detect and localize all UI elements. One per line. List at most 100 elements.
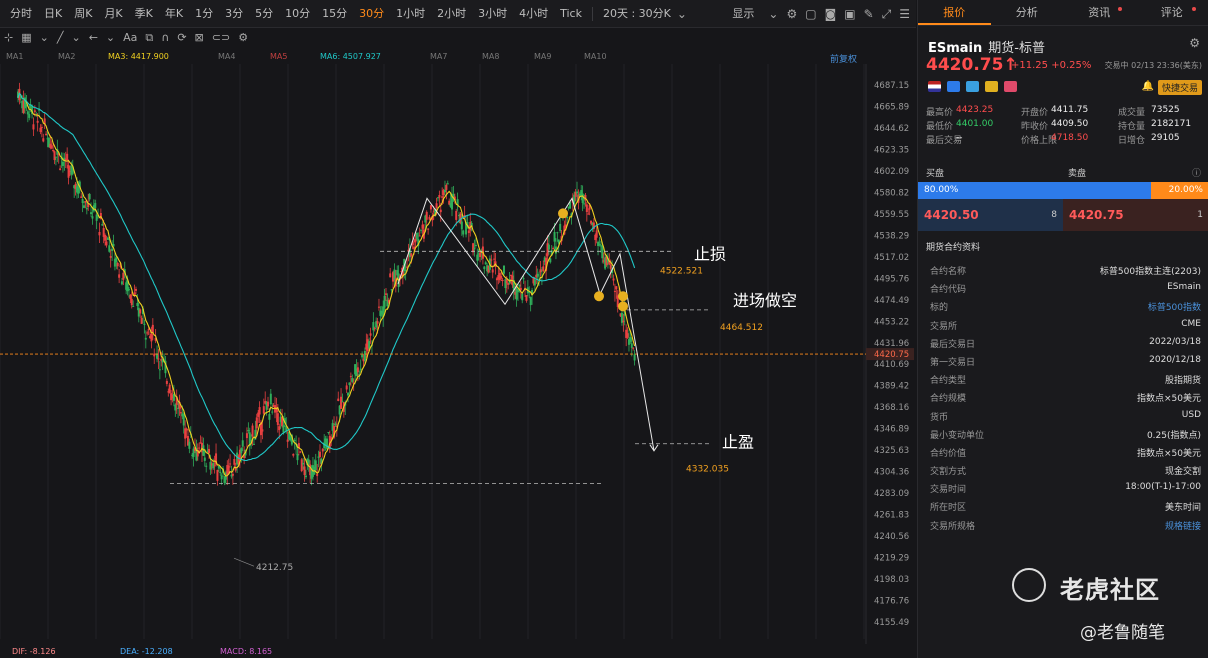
chevron-down-icon[interactable]: ⌄ [40,32,49,43]
chevron-down-icon[interactable]: ⌄ [677,8,687,20]
quick-trade-button[interactable]: 快捷交易 [1157,80,1202,95]
period-tab[interactable]: 日K [38,0,68,28]
candlestick-chart[interactable]: 4687.15 4665.89 4644.62 4623.35 4602.09 4580.… [0,64,916,644]
copy-icon[interactable]: ⧉ [145,32,153,43]
candle-body [420,229,423,231]
period-tab[interactable]: 年K [159,0,189,28]
candle-body [536,273,539,277]
candle-body [139,309,142,314]
period-tab[interactable]: 10分 [279,0,316,28]
text-icon[interactable]: Aa [123,32,137,43]
period-tab[interactable]: 1小时 [390,0,431,28]
grid-icon[interactable]: ▦ [21,32,31,43]
candle-body [626,333,629,338]
candle-body [490,259,493,261]
period-tab[interactable]: 分时 [4,0,38,28]
info-row: 合约代码 ESmain [926,282,1201,300]
candle-body [146,332,149,334]
ma-label[interactable]: MA2 [58,52,75,61]
square-icon[interactable]: ▢ [805,8,816,20]
tab-analysis[interactable]: 分析 [991,0,1064,25]
candle-body [377,306,380,308]
info-key: 标的 [930,303,949,314]
image-icon[interactable]: ▣ [844,8,855,20]
info-value[interactable]: 规格链接 [1165,519,1201,532]
candle-body [85,207,88,210]
menu-icon[interactable]: ☰ [899,8,910,20]
info-value[interactable]: 标普500指数 [1148,300,1201,313]
info-value: CME [1181,318,1201,329]
pencil-icon[interactable]: ✎ [864,8,874,20]
ma-label[interactable]: MA3: 4417.900 [108,52,169,61]
ask-level[interactable]: 4420.75 1 [1063,199,1208,231]
crosshair-icon[interactable]: ⊹ [4,32,13,43]
ma-label[interactable]: MA6: 4507.927 [320,52,381,61]
expand-icon[interactable]: ⤢ [882,8,892,20]
camera-icon[interactable]: ◙ [825,8,837,20]
candle-body [147,329,150,331]
ma-label[interactable]: MA10 [584,52,607,61]
period-tab[interactable]: 月K [98,0,128,28]
refresh-icon[interactable]: ⟳ [177,32,186,43]
info-icon[interactable]: ⓘ [1192,166,1201,179]
arrow-left-icon[interactable]: ← [89,32,98,43]
settings-icon[interactable]: ⚙ [238,32,248,43]
low-pointer [233,557,255,567]
period-tab[interactable]: 1分 [189,0,219,28]
period-tab[interactable]: 15分 [316,0,353,28]
candle-body [42,138,45,142]
ma-label[interactable]: MA5 [270,52,287,61]
period-tab[interactable]: 2小时 [431,0,472,28]
tab-quote[interactable]: 报价 [918,0,991,25]
period-tab[interactable]: 30分 [353,0,390,28]
ma-label[interactable]: MA7 [430,52,447,61]
info-value: 18:00(T-1)-17:00 [1125,482,1201,493]
candle-body [262,406,265,414]
period-tab[interactable]: 周K [68,0,98,28]
ma-label[interactable]: MA1 [6,52,23,61]
candle-body [258,407,261,415]
note-icon[interactable] [985,81,998,92]
link-icon[interactable]: ⊂⊃ [212,32,230,43]
ma-label[interactable]: MA8 [482,52,499,61]
bid-level[interactable]: 4420.50 8 [918,199,1063,231]
ma-label[interactable]: MA4 [218,52,235,61]
period-tab[interactable]: 3小时 [472,0,513,28]
delete-icon[interactable]: ⊠ [195,32,204,43]
heart-icon[interactable] [1004,81,1017,92]
chevron-down-icon[interactable]: ⌄ [71,32,80,43]
stat-label: 持仓量 [1118,122,1146,132]
candle-body [220,475,223,480]
period-tab[interactable]: 4小时 [513,0,554,28]
range-select[interactable]: 20天 : 30分K [597,0,677,28]
trend-icon[interactable] [947,81,960,92]
ma-label[interactable]: MA9 [534,52,551,61]
chevron-down-icon[interactable]: ⌄ [768,8,778,20]
chevron-down-icon[interactable]: ⌄ [106,32,115,43]
candle-body [361,354,364,358]
candle-body [351,378,354,382]
period-tab[interactable]: 季K [129,0,159,28]
magnet-icon[interactable]: ∩ [161,32,169,43]
candle-body [234,468,237,471]
candle-body [174,404,177,411]
annotation-value: 4522.521 [660,266,703,276]
gear-icon[interactable]: ⚙ [786,8,797,20]
chart-icon[interactable] [966,81,979,92]
tab-news[interactable]: 资讯 [1063,0,1136,25]
bell-icon[interactable]: 🔔 [1142,81,1154,92]
annotation-value: 4464.512 [720,323,763,333]
line-tool-icon[interactable]: ╱ [57,32,64,43]
display-menu[interactable]: 显示 [726,0,760,28]
candle-body [585,204,588,213]
price-value: 4420.75 [926,55,1004,75]
gear-icon[interactable]: ⚙ [1189,37,1200,49]
y-tick-label: 4602.09 [874,167,909,177]
period-tab[interactable]: 5分 [249,0,279,28]
y-tick-label: 4219.29 [874,554,909,564]
period-tab[interactable]: 3分 [219,0,249,28]
tab-comments[interactable]: 评论 [1136,0,1208,25]
candle-body [460,221,463,230]
y-tick-label: 4687.15 [874,81,909,91]
period-tab[interactable]: Tick [554,0,588,28]
